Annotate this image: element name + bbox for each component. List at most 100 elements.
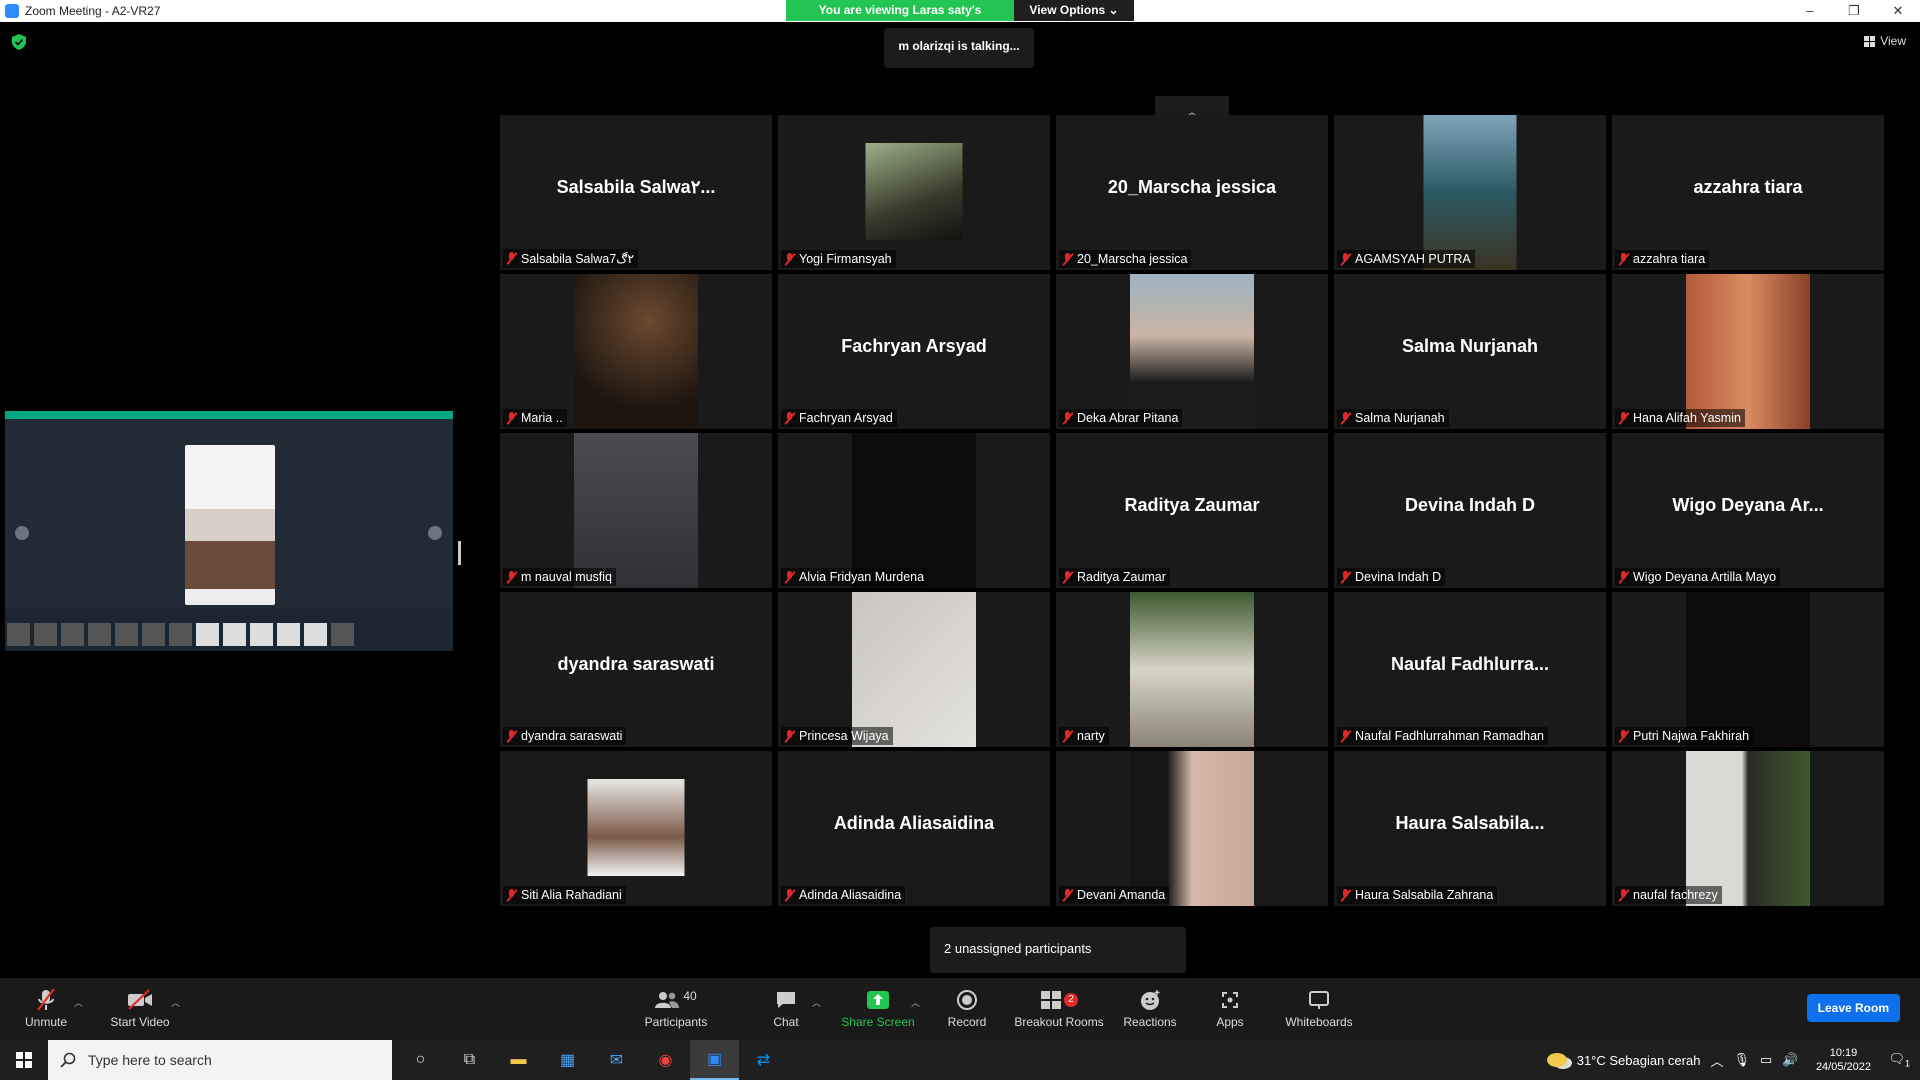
participant-tile[interactable]: naufal fachrezy [1612,751,1884,906]
participant-name: Naufal Fadhlurrahman Ramadhan [1355,729,1544,743]
muted-microphone-icon [784,729,795,743]
participant-video [1686,592,1810,747]
participant-tile[interactable]: Salma Nurjanah Salma Nurjanah [1334,274,1606,429]
breakout-rooms-button[interactable]: 2 Breakout Rooms [1014,988,1104,1029]
chat-options-caret-icon[interactable]: ︿ [812,996,821,1009]
weather-icon[interactable] [1546,1053,1567,1067]
muted-microphone-icon [1618,570,1629,584]
mail-icon[interactable]: ✉ [592,1040,641,1080]
split-resize-handle[interactable] [458,541,461,565]
teamviewer-icon[interactable]: ⇄ [739,1040,788,1080]
restore-button[interactable]: ❐ [1832,0,1876,22]
participant-display-name: Devina Indah D [1404,495,1536,515]
microsoft-store-icon[interactable]: ▦ [543,1040,592,1080]
participant-name: Wigo Deyana Artilla Mayo [1633,570,1777,584]
zoom-taskbar-icon[interactable]: ▣ [690,1040,739,1080]
start-video-button[interactable]: Start Video [104,988,176,1029]
participant-name: dyandra saraswati [521,729,623,743]
apps-icon [1210,988,1250,1012]
participant-tile[interactable]: Raditya Zaumar Raditya Zaumar [1056,433,1328,588]
share-screen-label: Share Screen [841,1015,915,1029]
reactions-smiley-icon [1120,988,1180,1012]
participants-button[interactable]: 40 Participants [640,988,712,1029]
muted-microphone-icon [1618,252,1629,266]
window-title: Zoom Meeting - A2-VR27 [25,4,161,18]
participant-tile[interactable]: m nauval musfiq [500,433,772,588]
close-button[interactable]: ✕ [1876,0,1920,22]
file-explorer-icon[interactable]: ▬ [494,1040,543,1080]
microphone-muted-icon [18,988,74,1012]
shared-screen-view[interactable] [5,411,453,651]
participant-tile[interactable]: AGAMSYAH PUTRA [1334,115,1606,270]
share-options-caret-icon[interactable]: ︿ [911,996,920,1009]
chat-label: Chat [773,1015,799,1029]
participant-tile[interactable]: Alvia Fridyan Murdena [778,433,1050,588]
minimize-button[interactable]: – [1788,0,1832,22]
unmute-label: Unmute [24,1015,68,1029]
record-button[interactable]: Record [942,988,992,1029]
muted-microphone-icon [1618,729,1629,743]
participant-tile[interactable]: azzahra tiara azzahra tiara [1612,115,1884,270]
participant-tile[interactable]: narty [1056,592,1328,747]
reactions-button[interactable]: Reactions [1120,988,1180,1029]
unmute-button[interactable]: Unmute [18,988,74,1029]
breakout-rooms-icon [1041,991,1062,1009]
participant-tile[interactable]: Naufal Fadhlurra... Naufal Fadhlurrahman … [1334,592,1606,747]
show-hidden-icons-icon[interactable]: ︿ [1710,1051,1723,1070]
notification-count: 1 [1904,1058,1910,1069]
volume-icon[interactable]: 🔊 [1782,1052,1798,1068]
participant-tile[interactable]: Salsabila Salwa٢... Salsabila Salwa٢ڰ7 [500,115,772,270]
share-screen-button[interactable]: Share Screen [840,988,916,1029]
audio-options-caret-icon[interactable]: ︿ [74,996,83,1009]
participant-tile[interactable]: Devina Indah D Devina Indah D [1334,433,1606,588]
viewing-screen-text: You are viewing Laras saty's screen [786,0,1014,38]
participant-tile[interactable]: Maria .. [500,274,772,429]
taskbar-clock[interactable]: 10:19 24/05/2022 [1808,1046,1878,1074]
view-options-button[interactable]: View Options ⌄ [1014,0,1134,21]
muted-microphone-icon [1618,888,1629,902]
participant-name-label: Deka Abrar Pitana [1059,409,1183,427]
participant-display-name: Adinda Aliasaidina [833,813,995,833]
cortana-icon[interactable]: ○ [396,1040,445,1080]
windows-logo-icon [16,1052,32,1068]
unassigned-participants-notice[interactable]: 2 unassigned participants [930,927,1186,973]
participant-name: Deka Abrar Pitana [1077,411,1179,425]
weather-text[interactable]: 31°C Sebagian cerah [1577,1053,1701,1068]
whiteboard-icon [1282,988,1356,1012]
participant-display-name: Fachryan Arsyad [841,336,987,356]
participant-name-label: Devani Amanda [1059,886,1170,904]
participant-tile[interactable]: Deka Abrar Pitana [1056,274,1328,429]
participant-video [587,779,685,876]
participants-icon [655,992,680,1008]
notification-center-icon[interactable]: 🗨1 [1888,1051,1910,1069]
participant-tile[interactable]: Yogi Firmansyah [778,115,1050,270]
participant-tile[interactable]: Hana Alifah Yasmin [1612,274,1884,429]
participant-tile[interactable]: dyandra saraswati dyandra saraswati [500,592,772,747]
task-view-icon[interactable]: ⧉ [445,1040,494,1080]
participant-tile[interactable]: Devani Amanda [1056,751,1328,906]
participant-tile[interactable]: Wigo Deyana Ar... Wigo Deyana Artilla May… [1612,433,1884,588]
network-icon[interactable]: ▭ [1760,1052,1772,1068]
apps-button[interactable]: Apps [1210,988,1250,1029]
start-button[interactable] [0,1040,48,1080]
whiteboards-button[interactable]: Whiteboards [1282,988,1356,1029]
participant-tile[interactable]: Fachryan Arsyad Fachryan Arsyad [778,274,1050,429]
view-button[interactable]: View [1864,34,1906,48]
leave-room-button[interactable]: Leave Room [1806,994,1900,1022]
participant-display-name: Raditya Zaumar [1124,495,1260,515]
participant-name: azzahra tiara [1633,252,1706,266]
participant-tile[interactable]: Putri Najwa Fakhirah [1612,592,1884,747]
participant-tile[interactable]: Adinda Aliasaidina Adinda Aliasaidina [778,751,1050,906]
participant-tile[interactable]: 20_Marscha jessica 20_Marscha jessica [1056,115,1328,270]
participant-name-label: Devina Indah D [1337,568,1446,586]
participant-tile[interactable]: Haura Salsabila... Haura Salsabila Zahran… [1334,751,1606,906]
participant-tile[interactable]: Princesa Wijaya [778,592,1050,747]
participant-tile[interactable]: Siti Alia Rahadiani [500,751,772,906]
shared-image-preview [185,445,275,605]
chrome-icon[interactable]: ◉ [641,1040,690,1080]
taskbar-search-box[interactable]: Type here to search [48,1040,392,1080]
security-shield-icon[interactable] [12,34,26,50]
microphone-tray-icon[interactable]: 🎙 [1733,1052,1750,1068]
chat-button[interactable]: Chat [766,988,806,1029]
video-options-caret-icon[interactable]: ︿ [171,996,180,1009]
